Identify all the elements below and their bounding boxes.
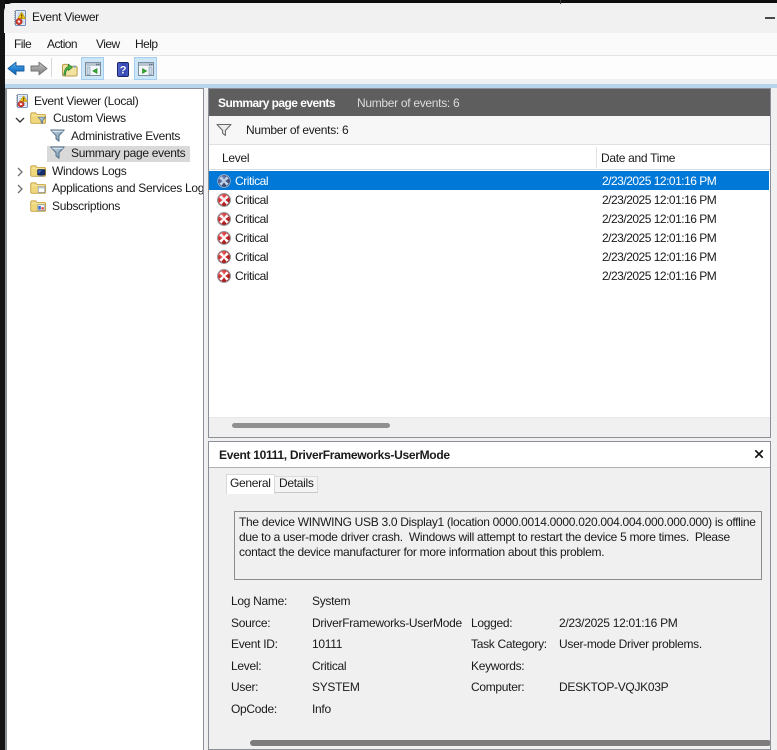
svg-text:?: ? (120, 64, 127, 76)
